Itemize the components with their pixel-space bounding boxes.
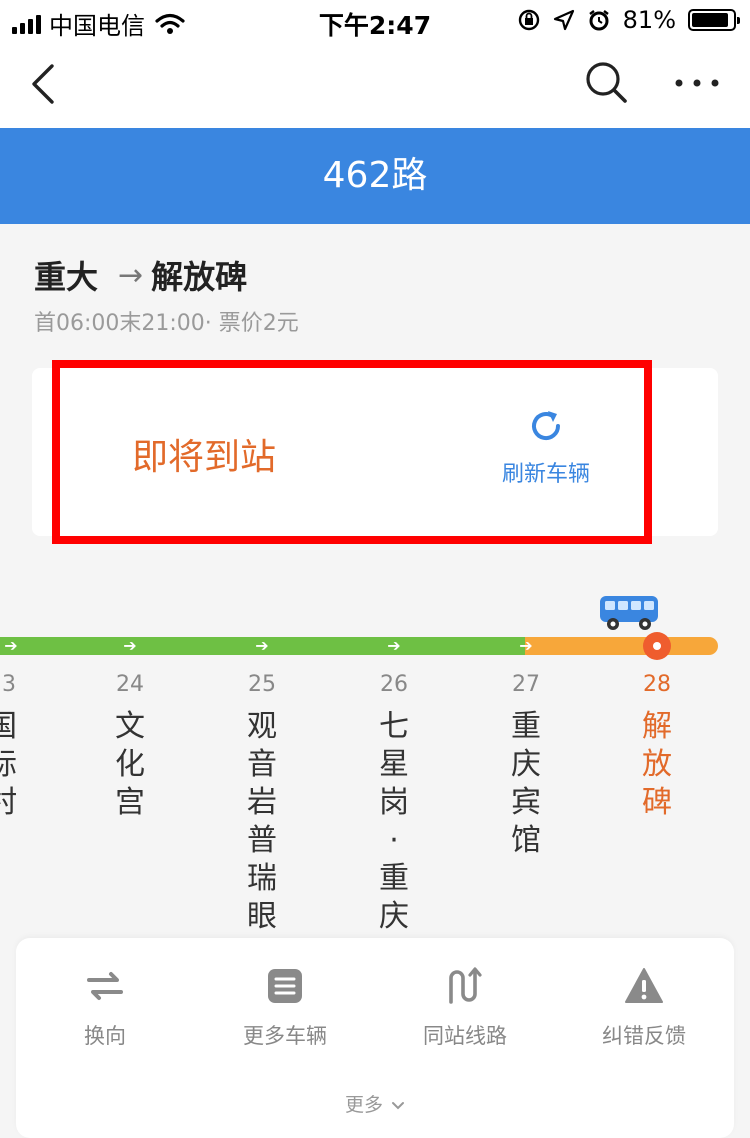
more-toggle[interactable]: 更多 xyxy=(0,1090,750,1117)
warning-icon xyxy=(625,968,663,1003)
switch-direction-button[interactable]: 换向 xyxy=(35,966,175,1050)
route-direction: 重大 → 解放碑 xyxy=(34,252,247,298)
more-dots-icon[interactable] xyxy=(672,68,722,98)
more-vehicles-button[interactable]: 更多车辆 xyxy=(215,966,355,1050)
nav-bar xyxy=(0,40,750,128)
stop-number: 26 xyxy=(380,672,408,697)
route-title: 462路 xyxy=(322,155,428,196)
line-arrow-icon: ➔ xyxy=(387,636,401,655)
route-title-bar: 462路 xyxy=(0,128,750,224)
status-right: 81% xyxy=(517,6,740,34)
stop-24[interactable]: 24 文化宫 xyxy=(100,668,160,822)
line-arrow-icon: ➔ xyxy=(123,636,137,655)
route-line-upcoming xyxy=(525,637,718,655)
current-stop-marker xyxy=(643,632,671,660)
stop-28-current[interactable]: 28 解放碑 xyxy=(627,668,687,822)
route-to: 解放碑 xyxy=(151,258,248,296)
action-label: 纠错反馈 xyxy=(602,1024,686,1048)
stop-name: 重庆宾馆 xyxy=(511,709,541,858)
battery-icon xyxy=(688,9,740,31)
stop-name: 国际村 xyxy=(0,709,17,820)
action-label: 同站线路 xyxy=(423,1024,507,1048)
search-icon[interactable] xyxy=(582,58,632,108)
route-arrow: → xyxy=(118,257,144,293)
route-info: 首06:00末21:00· 票价2元 xyxy=(34,311,299,336)
status-bar: 中国电信 下午2:47 81% xyxy=(0,0,750,40)
error-feedback-button[interactable]: 纠错反馈 xyxy=(574,966,714,1050)
bus-icon xyxy=(600,596,658,630)
alarm-icon xyxy=(588,10,609,31)
action-label: 更多车辆 xyxy=(243,1024,327,1048)
orientation-lock-icon xyxy=(518,9,539,31)
stop-number: 25 xyxy=(248,672,276,697)
route-icon xyxy=(449,967,482,1004)
back-chevron-icon[interactable] xyxy=(22,60,62,108)
line-arrow-icon: ➔ xyxy=(255,636,269,655)
stop-name: 七星岗·重庆牙 xyxy=(379,709,409,972)
stop-23[interactable]: 23 国际村 xyxy=(0,668,32,822)
list-icon xyxy=(268,969,302,1003)
location-icon xyxy=(553,9,574,31)
same-stop-lines-button[interactable]: 同站线路 xyxy=(395,966,535,1050)
route-from: 重大 xyxy=(34,258,99,296)
more-label: 更多 xyxy=(344,1094,383,1116)
highlight-box xyxy=(52,360,652,544)
stop-25[interactable]: 25 观音岩普瑞眼科 xyxy=(232,668,292,974)
line-arrow-icon: ➔ xyxy=(4,636,18,655)
stop-name: 文化宫 xyxy=(115,709,145,820)
action-label: 换向 xyxy=(84,1024,126,1048)
line-arrow-icon: ➔ xyxy=(519,636,533,655)
battery-percent: 81% xyxy=(622,6,676,34)
stop-number: 23 xyxy=(0,672,16,697)
chevron-down-icon xyxy=(392,1102,405,1110)
stop-name: 解放碑 xyxy=(642,709,672,820)
stop-number: 27 xyxy=(512,672,540,697)
stop-number: 28 xyxy=(643,672,671,697)
swap-icon xyxy=(87,972,123,1000)
stop-name: 观音岩普瑞眼科 xyxy=(247,709,277,972)
stop-27[interactable]: 27 重庆宾馆 xyxy=(496,668,556,860)
stop-number: 24 xyxy=(116,672,144,697)
stop-26[interactable]: 26 七星岗·重庆牙 xyxy=(364,668,424,974)
